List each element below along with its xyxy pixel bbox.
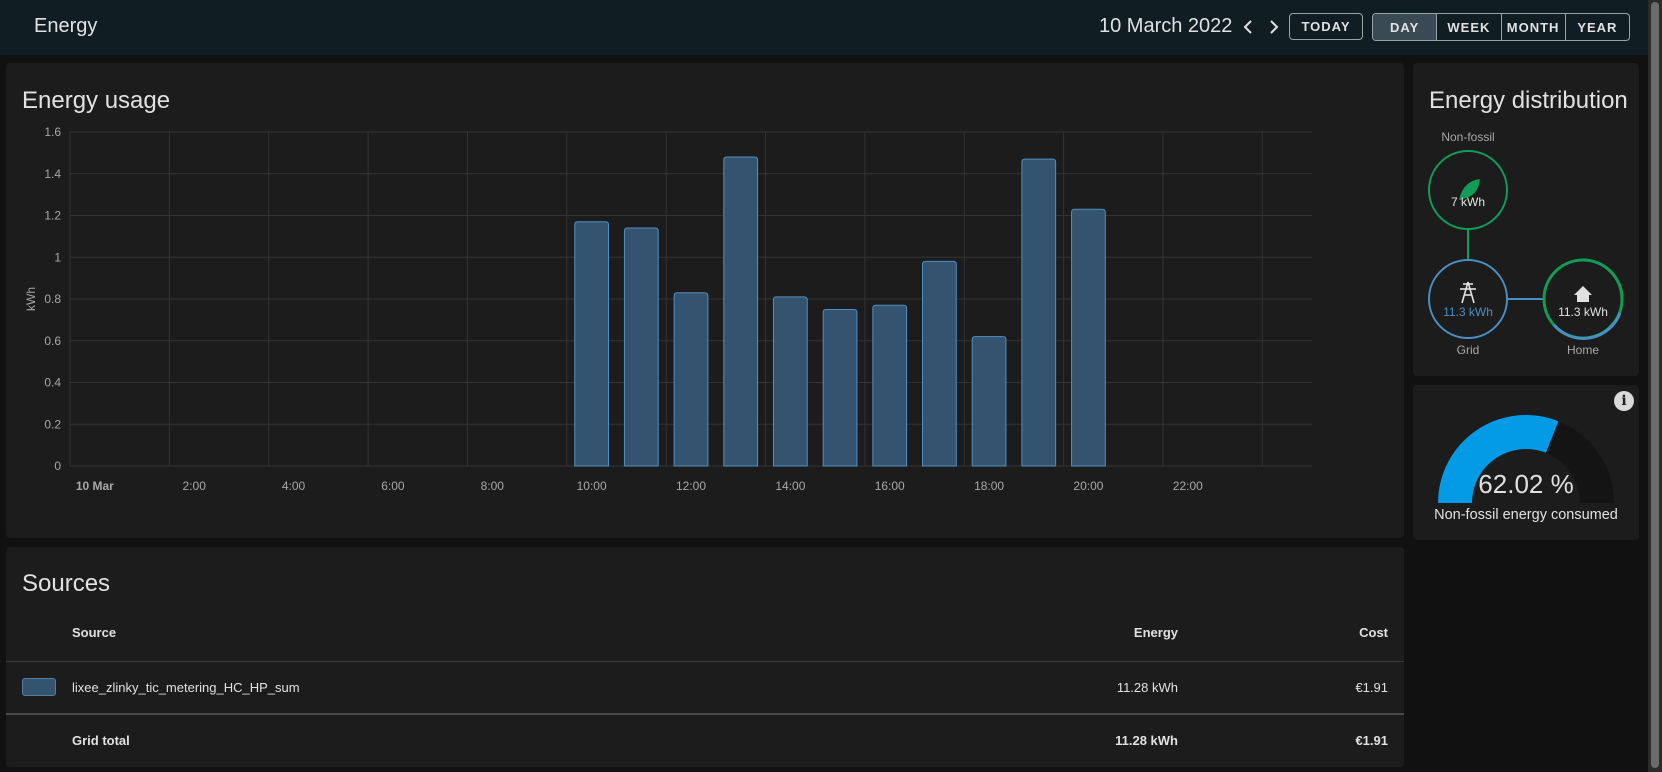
y-tick-label: 1.2 xyxy=(44,209,61,223)
y-tick-label: 0.8 xyxy=(44,292,61,306)
usage-bar xyxy=(1071,208,1106,467)
x-tick-label: 6:00 xyxy=(381,479,405,493)
x-tick-label: 22:00 xyxy=(1173,479,1203,493)
y-tick-label: 1 xyxy=(54,250,61,264)
non-fossil-gauge-card: i 62.02 % Non-fossil energy consumed xyxy=(1413,385,1639,540)
x-tick-label: 4:00 xyxy=(282,479,306,493)
energy-distribution-card: Energy distribution Non-fossil 7 kWh 11.… xyxy=(1413,63,1639,376)
total-name: Grid total xyxy=(72,733,130,748)
period-selector: DAY WEEK MONTH YEAR xyxy=(1372,13,1630,41)
y-tick-label: 0.4 xyxy=(44,376,61,390)
scrollbar-thumb[interactable] xyxy=(1651,2,1659,768)
date-label: 10 March 2022 xyxy=(1099,15,1233,37)
column-header-energy[interactable]: Energy xyxy=(1134,625,1178,640)
usage-bar xyxy=(623,227,659,467)
source-name: lixee_zlinky_tic_metering_HC_HP_sum xyxy=(72,680,300,695)
previous-period-button[interactable] xyxy=(1236,14,1260,40)
usage-bar xyxy=(574,221,610,467)
usage-bar xyxy=(1021,158,1057,467)
period-year-button[interactable]: YEAR xyxy=(1566,14,1629,40)
top-app-bar: Energy 10 March 2022 TODAY DAY WEEK MONT… xyxy=(0,0,1648,55)
period-month-button[interactable]: MONTH xyxy=(1502,14,1566,40)
usage-bar xyxy=(822,308,858,467)
energy-usage-chart: 0 0.2 0.4 0.6 0.8 1 1.2 1.4 1.6 10 Mar 2:00 4:00 6:0… xyxy=(24,125,1312,493)
x-tick-label: 8:00 xyxy=(481,479,505,493)
source-cost: €1.91 xyxy=(1355,680,1388,695)
page-scrollbar[interactable] xyxy=(1648,0,1662,772)
y-tick-label: 1.4 xyxy=(44,167,61,181)
x-tick-label: 10:00 xyxy=(577,479,607,493)
home-icon xyxy=(1574,286,1592,302)
non-fossil-value: 7 kWh xyxy=(1451,195,1485,209)
distribution-graph: Non-fossil 7 kWh 11.3 kWh Grid 11.3 kWh … xyxy=(1428,130,1624,357)
y-tick-label: 1.6 xyxy=(44,125,61,139)
y-tick-label: 0.6 xyxy=(44,334,61,348)
next-period-button[interactable] xyxy=(1262,14,1286,40)
usage-bar xyxy=(971,336,1007,467)
x-tick-label: 12:00 xyxy=(676,479,706,493)
column-header-source[interactable]: Source xyxy=(72,625,116,640)
non-fossil-node[interactable] xyxy=(1428,150,1508,230)
chevron-left-icon xyxy=(1243,20,1252,34)
total-cost: €1.91 xyxy=(1355,733,1388,748)
x-tick-label: 2:00 xyxy=(183,479,207,493)
source-color-swatch xyxy=(22,678,56,696)
column-header-cost[interactable]: Cost xyxy=(1359,625,1388,640)
period-day-button[interactable]: DAY xyxy=(1373,14,1438,40)
transmission-tower-icon xyxy=(1460,281,1476,304)
source-energy: 11.28 kWh xyxy=(1116,680,1178,695)
energy-usage-card: Energy usage 0 0.2 0.4 0.6 0.8 1 1.2 1.4 1.6 10 M… xyxy=(6,63,1404,538)
total-divider xyxy=(6,713,1404,715)
header-divider xyxy=(6,661,1404,662)
period-week-button[interactable]: WEEK xyxy=(1437,14,1502,40)
home-label: Home xyxy=(1567,343,1599,357)
sources-title: Sources xyxy=(22,570,111,597)
home-node[interactable] xyxy=(1542,258,1624,340)
grid-value: 11.3 kWh xyxy=(1443,305,1493,319)
gauge-value: 62.02 % xyxy=(1478,469,1574,499)
usage-bar xyxy=(723,156,759,467)
grid-node[interactable] xyxy=(1428,259,1508,339)
x-tick-label: 18:00 xyxy=(974,479,1004,493)
today-button[interactable]: TODAY xyxy=(1289,13,1363,40)
x-tick-label: 14:00 xyxy=(775,479,805,493)
gauge-label: Non-fossil energy consumed xyxy=(1434,507,1618,523)
y-tick-label: 0 xyxy=(54,459,61,473)
page-title: Energy xyxy=(34,15,98,37)
usage-bar xyxy=(673,292,709,467)
non-fossil-label: Non-fossil xyxy=(1441,130,1494,144)
x-tick-label: 10 Mar xyxy=(76,479,114,493)
sources-card: Sources Source Energy Cost lixee_zlinky_… xyxy=(6,547,1404,767)
x-tick-label: 20:00 xyxy=(1073,479,1103,493)
usage-bar xyxy=(872,304,908,467)
y-tick-label: 0.2 xyxy=(44,417,61,431)
x-tick-label: 16:00 xyxy=(875,479,905,493)
home-value: 11.3 kWh xyxy=(1558,305,1608,319)
y-axis-label: kWh xyxy=(24,287,38,311)
usage-bar xyxy=(922,260,957,467)
grid-label: Grid xyxy=(1457,343,1480,357)
usage-bar xyxy=(772,296,808,467)
total-energy: 11.28 kWh xyxy=(1115,733,1178,748)
chevron-right-icon xyxy=(1270,20,1279,34)
